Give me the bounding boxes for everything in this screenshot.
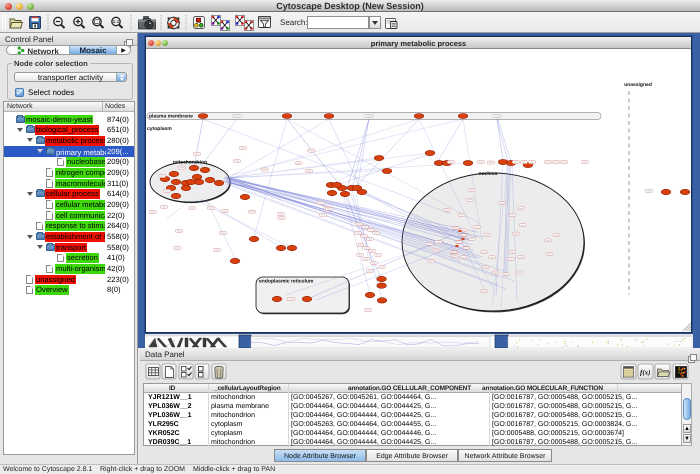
svg-text:cytoplasm: cytoplasm — [147, 126, 172, 132]
svg-text:1:1: 1:1 — [113, 19, 120, 24]
svg-text:f(x): f(x) — [640, 369, 651, 377]
svg-text:nucleus: nucleus — [479, 171, 498, 177]
svg-text:unassigned: unassigned — [624, 82, 652, 88]
svg-text:plasma membrane: plasma membrane — [149, 113, 193, 119]
svg-text:endoplasmic reticulum: endoplasmic reticulum — [259, 279, 314, 285]
